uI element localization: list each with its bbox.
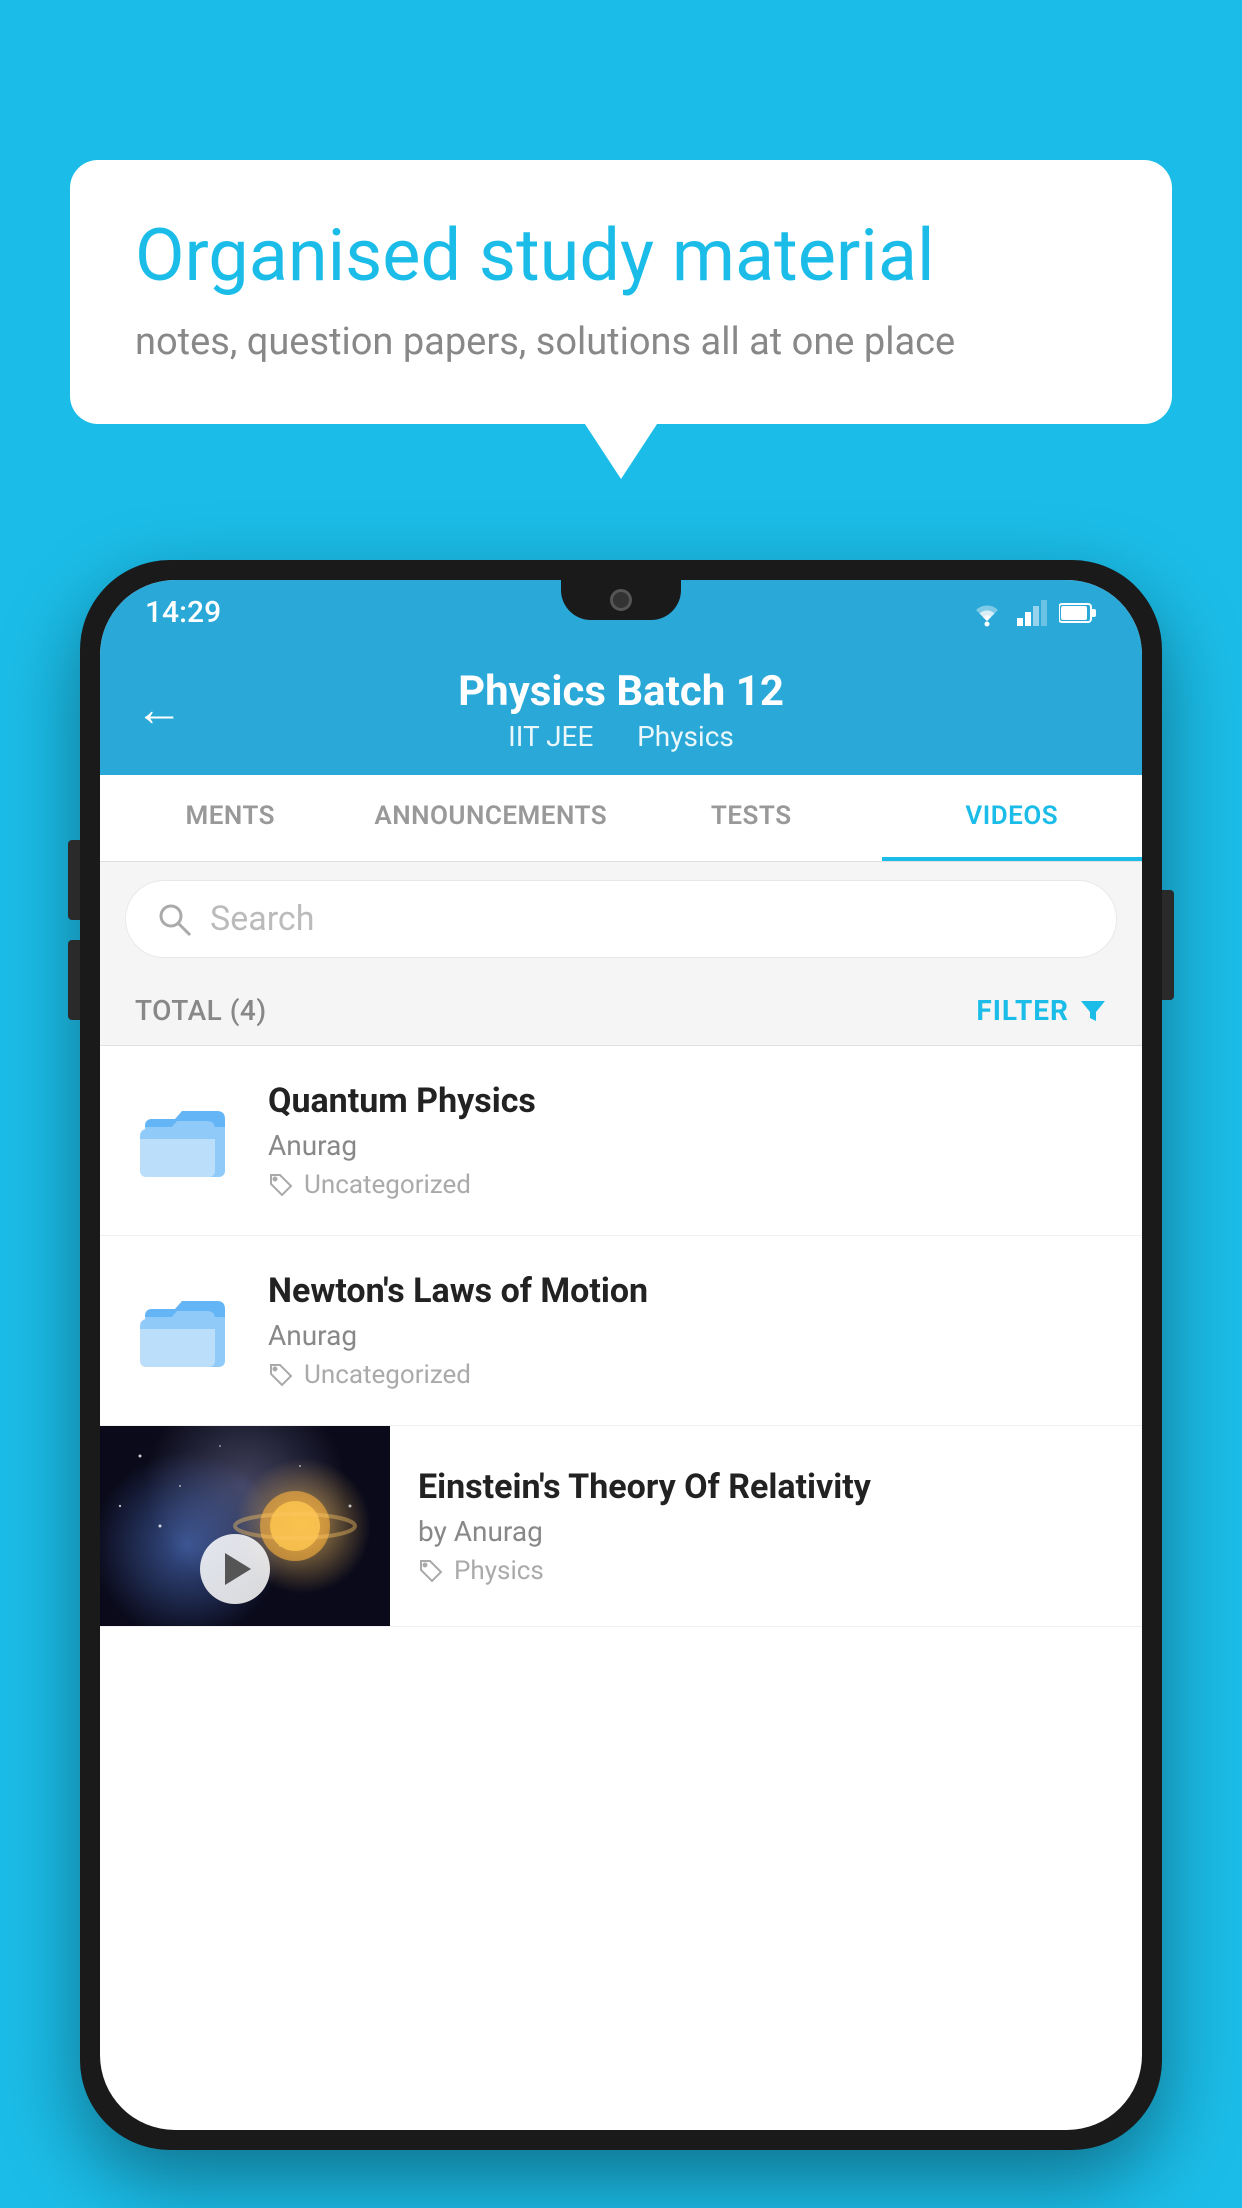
phone-outer: 14:29	[80, 560, 1162, 2150]
tab-tests[interactable]: TESTS	[621, 775, 882, 861]
tag-icon	[268, 1362, 294, 1388]
phone-wrapper: 14:29	[80, 560, 1162, 2208]
video-title: Newton's Laws of Motion	[268, 1271, 1112, 1311]
bubble-title: Organised study material	[135, 215, 1107, 298]
play-triangle-icon	[225, 1553, 251, 1585]
signal-icon	[1017, 600, 1047, 626]
video-author: by Anurag	[418, 1515, 1114, 1548]
total-count: TOTAL (4)	[135, 994, 267, 1027]
camera	[610, 589, 632, 611]
tab-ments[interactable]: MENTS	[100, 775, 361, 861]
notch	[561, 580, 681, 620]
header-subtitle: IIT JEE Physics	[500, 720, 742, 753]
tabs-bar: MENTS ANNOUNCEMENTS TESTS VIDEOS	[100, 775, 1142, 862]
status-time: 14:29	[145, 595, 221, 630]
video-info: Newton's Laws of Motion Anurag Uncategor…	[268, 1271, 1112, 1390]
speech-bubble: Organised study material notes, question…	[70, 160, 1172, 424]
power-button[interactable]	[1162, 890, 1174, 1000]
play-button[interactable]	[200, 1534, 270, 1604]
video-tag-text: Uncategorized	[304, 1360, 471, 1390]
search-bar: Search	[100, 862, 1142, 976]
back-button[interactable]: ←	[135, 683, 183, 738]
filter-bar: TOTAL (4) FILTER	[100, 976, 1142, 1046]
filter-funnel-icon	[1079, 997, 1107, 1025]
status-bar: 14:29	[100, 580, 1142, 645]
battery-icon	[1059, 602, 1097, 624]
tag-icon	[268, 1172, 294, 1198]
app-header: ← Physics Batch 12 IIT JEE Physics	[100, 645, 1142, 775]
bubble-subtitle: notes, question papers, solutions all at…	[135, 320, 1107, 364]
list-item[interactable]: Einstein's Theory Of Relativity by Anura…	[100, 1426, 1142, 1627]
tag-icon	[418, 1558, 444, 1584]
folder-icon-wrap	[130, 1101, 240, 1181]
header-subtitle-physics: Physics	[637, 720, 734, 753]
video-tag-text: Uncategorized	[304, 1170, 471, 1200]
vol-down-button[interactable]	[68, 940, 80, 1020]
header-subtitle-iitjee: IIT JEE	[508, 720, 593, 753]
video-tag: Uncategorized	[268, 1170, 1112, 1200]
header-title: Physics Batch 12	[458, 667, 784, 716]
vol-up-button[interactable]	[68, 840, 80, 920]
video-list: Quantum Physics Anurag Uncategorized	[100, 1046, 1142, 1627]
video-author: Anurag	[268, 1129, 1112, 1162]
list-item[interactable]: Newton's Laws of Motion Anurag Uncategor…	[100, 1236, 1142, 1426]
video-tag-text: Physics	[454, 1556, 544, 1586]
list-item[interactable]: Quantum Physics Anurag Uncategorized	[100, 1046, 1142, 1236]
tab-videos[interactable]: VIDEOS	[882, 775, 1143, 861]
video-info: Einstein's Theory Of Relativity by Anura…	[390, 1437, 1142, 1616]
video-title: Einstein's Theory Of Relativity	[418, 1467, 1114, 1507]
folder-icon	[140, 1101, 230, 1181]
phone-screen: 14:29	[100, 580, 1142, 2130]
status-icons	[969, 599, 1097, 627]
video-author: Anurag	[268, 1319, 1112, 1352]
video-title: Quantum Physics	[268, 1081, 1112, 1121]
video-tag: Uncategorized	[268, 1360, 1112, 1390]
video-info: Quantum Physics Anurag Uncategorized	[268, 1081, 1112, 1200]
tab-announcements[interactable]: ANNOUNCEMENTS	[361, 775, 622, 861]
filter-button[interactable]: FILTER	[976, 994, 1107, 1027]
search-placeholder: Search	[210, 899, 314, 939]
folder-icon-wrap	[130, 1291, 240, 1371]
filter-label: FILTER	[976, 994, 1069, 1027]
search-icon	[156, 901, 192, 937]
wifi-icon	[969, 599, 1005, 627]
folder-icon	[140, 1291, 230, 1371]
search-input-wrap[interactable]: Search	[125, 880, 1117, 958]
video-tag: Physics	[418, 1556, 1114, 1586]
video-thumbnail	[100, 1426, 390, 1626]
